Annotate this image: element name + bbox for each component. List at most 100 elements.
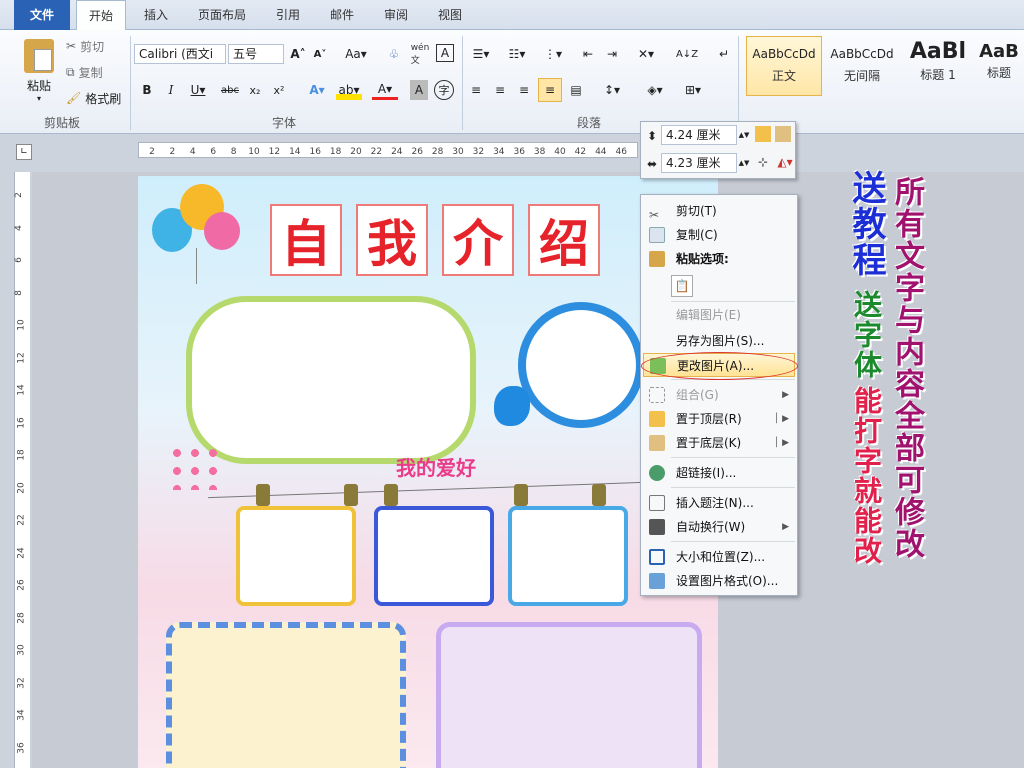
align-center-icon[interactable]: ≡ bbox=[490, 80, 510, 100]
subscript-icon[interactable]: x₂ bbox=[246, 80, 264, 100]
distributed-icon[interactable]: ▤ bbox=[566, 80, 586, 100]
tab-home[interactable]: 开始 bbox=[76, 0, 126, 31]
tab-mailings[interactable]: 邮件 bbox=[318, 0, 366, 30]
text-effects-icon[interactable]: A▾ bbox=[304, 80, 330, 100]
menu-change-picture[interactable]: 更改图片(A)... bbox=[643, 353, 795, 377]
balloons-image[interactable] bbox=[152, 184, 252, 294]
shading-icon[interactable]: ◈▾ bbox=[640, 80, 670, 100]
clip-icon bbox=[384, 484, 398, 506]
clear-format-icon[interactable]: ♧ bbox=[384, 44, 404, 64]
style-heading1[interactable]: AaBl 标题 1 bbox=[900, 36, 976, 96]
width-spinner[interactable]: ▲▼ bbox=[739, 153, 750, 173]
divider bbox=[462, 36, 463, 130]
paste-button[interactable]: 粘贴 ▾ bbox=[16, 32, 62, 110]
cloud-frame[interactable] bbox=[186, 296, 476, 464]
tab-insert[interactable]: 插入 bbox=[132, 0, 180, 30]
ruler-tick-label: 8 bbox=[231, 147, 237, 157]
copy-button[interactable]: ⧉ 复制 bbox=[66, 62, 103, 82]
menu-send-to-back[interactable]: 置于底层(K) │ ▶ bbox=[643, 431, 795, 455]
menu-cut[interactable]: ✂ 剪切(T) bbox=[643, 199, 795, 223]
cut-button[interactable]: ✂ 剪切 bbox=[66, 36, 104, 56]
send-back-icon[interactable] bbox=[775, 126, 791, 142]
change-case-icon[interactable]: Aa▾ bbox=[342, 44, 370, 64]
shape-fill-icon[interactable]: ◭▾ bbox=[775, 154, 795, 170]
tab-page-layout[interactable]: 页面布局 bbox=[186, 0, 258, 30]
phonetic-guide-icon[interactable]: wén 文 bbox=[408, 42, 432, 66]
font-color-icon[interactable]: A▾ bbox=[372, 80, 398, 100]
height-spinner[interactable]: ▲▼ bbox=[739, 125, 750, 145]
strikethrough-icon[interactable]: abc bbox=[218, 80, 242, 100]
document-page[interactable]: 自 我 介 绍 我的爱好 bbox=[138, 176, 718, 768]
photo-card[interactable] bbox=[508, 506, 628, 606]
font-size-combo[interactable]: 五号 bbox=[228, 44, 284, 64]
ruler-tick-label: 26 bbox=[411, 147, 423, 157]
align-right-icon[interactable]: ≡ bbox=[514, 80, 534, 100]
height-field[interactable]: 4.24 厘米 bbox=[661, 125, 737, 145]
clip-icon bbox=[344, 484, 358, 506]
superscript-icon[interactable]: x² bbox=[270, 80, 288, 100]
circle-frame[interactable] bbox=[518, 302, 644, 428]
line-spacing-icon[interactable]: ↕▾ bbox=[598, 80, 626, 100]
shrink-font-icon[interactable]: A˅ bbox=[310, 44, 330, 64]
tab-file[interactable]: 文件 bbox=[14, 0, 70, 30]
paste-keep-format-icon[interactable]: 📋 bbox=[671, 275, 693, 297]
style-title[interactable]: AaB 标题 bbox=[974, 36, 1024, 96]
format-painter-button[interactable]: 🖌 格式刷 bbox=[66, 88, 121, 108]
vertical-ruler-tick-label: 10 bbox=[16, 319, 27, 331]
ruler-tick-label: 16 bbox=[309, 147, 321, 157]
show-marks-icon[interactable]: ↵ bbox=[716, 44, 732, 64]
bring-front-icon[interactable] bbox=[755, 126, 771, 142]
sort-icon[interactable]: A↓Z bbox=[676, 44, 698, 64]
style-normal[interactable]: AaBbCcDd 正文 bbox=[746, 36, 822, 96]
ruler-tick-label: 34 bbox=[493, 147, 505, 157]
wrap-text-icon bbox=[649, 519, 665, 535]
bold-icon[interactable]: B bbox=[138, 80, 156, 100]
tab-view[interactable]: 视图 bbox=[426, 0, 474, 30]
tab-selector-icon[interactable]: ∟ bbox=[16, 144, 32, 160]
menu-bring-to-front[interactable]: 置于顶层(R) │ ▶ bbox=[643, 407, 795, 431]
decrease-indent-icon[interactable]: ⇤ bbox=[578, 44, 598, 64]
text-box-left[interactable] bbox=[166, 622, 406, 768]
menu-divider bbox=[671, 487, 795, 488]
tab-references[interactable]: 引用 bbox=[264, 0, 312, 30]
underline-icon[interactable]: U▾ bbox=[186, 80, 210, 100]
hobby-heading: 我的爱好 bbox=[396, 456, 476, 480]
chinese-layout-icon[interactable]: ✕▾ bbox=[632, 44, 660, 64]
ruler-tick-label: 22 bbox=[371, 147, 382, 157]
enclose-char-icon[interactable]: 字 bbox=[434, 80, 454, 100]
char-shading-icon[interactable]: A bbox=[410, 80, 428, 100]
char-border-icon[interactable]: A bbox=[436, 44, 454, 62]
ruler-tick-label: 2 bbox=[170, 147, 176, 157]
width-field[interactable]: 4.23 厘米 bbox=[661, 153, 737, 173]
style-no-spacing[interactable]: AaBbCcDd 无间隔 bbox=[824, 36, 900, 96]
font-name-combo[interactable]: Calibri (西文i bbox=[134, 44, 226, 64]
clipboard-group-label: 剪贴板 bbox=[44, 116, 81, 130]
numbering-icon[interactable]: ☷▾ bbox=[502, 44, 532, 64]
menu-insert-caption[interactable]: 插入题注(N)... bbox=[643, 491, 795, 515]
borders-icon[interactable]: ⊞▾ bbox=[678, 80, 708, 100]
tab-review[interactable]: 审阅 bbox=[372, 0, 420, 30]
justify-icon[interactable]: ≡ bbox=[538, 78, 562, 102]
menu-size-position[interactable]: 大小和位置(Z)... bbox=[643, 545, 795, 569]
ruler-ticks: 2 2 4 6 8 10 12 14 16 18 20 22 24 26 28 30 32 34 36 38 40 42 4… bbox=[149, 147, 627, 157]
menu-format-picture[interactable]: 设置图片格式(O)... bbox=[643, 569, 795, 593]
text-box-right[interactable] bbox=[436, 622, 702, 768]
photo-card[interactable] bbox=[374, 506, 494, 606]
chevron-right-icon: ▶ bbox=[782, 522, 789, 532]
crop-icon[interactable]: ⊹ bbox=[755, 154, 771, 170]
menu-wrap-text[interactable]: 自动换行(W) ▶ bbox=[643, 515, 795, 539]
highlight-icon[interactable]: ab▾ bbox=[336, 80, 362, 100]
align-left-icon[interactable]: ≡ bbox=[466, 80, 486, 100]
menu-copy[interactable]: 复制(C) bbox=[643, 223, 795, 247]
increase-indent-icon[interactable]: ⇥ bbox=[602, 44, 622, 64]
vertical-ruler-tick-label: 26 bbox=[16, 579, 27, 591]
italic-icon[interactable]: I bbox=[162, 80, 180, 100]
grow-font-icon[interactable]: A˄ bbox=[288, 44, 308, 64]
ruler-tick-label: 6 bbox=[210, 147, 216, 157]
photo-card[interactable] bbox=[236, 506, 356, 606]
menu-divider bbox=[671, 541, 795, 542]
menu-save-as-picture[interactable]: 另存为图片(S)... bbox=[643, 329, 795, 353]
bullets-icon[interactable]: ☰▾ bbox=[466, 44, 496, 64]
menu-hyperlink[interactable]: 超链接(I)... bbox=[643, 461, 795, 485]
multilevel-list-icon[interactable]: ⋮▾ bbox=[538, 44, 568, 64]
